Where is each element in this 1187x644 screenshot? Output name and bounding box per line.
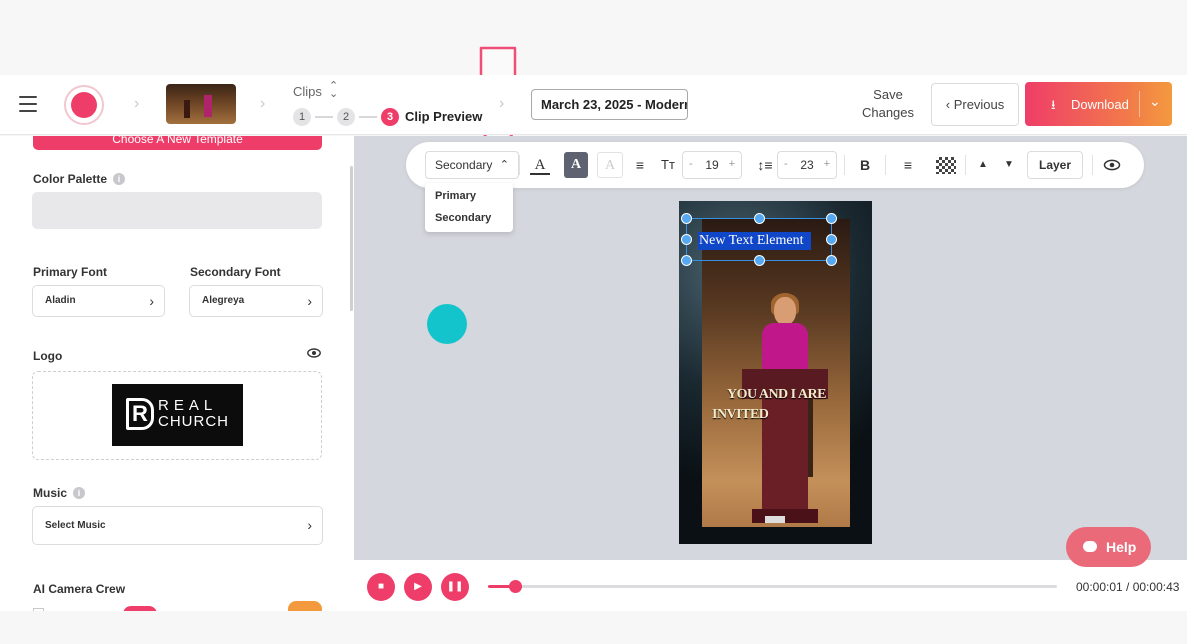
top-bar: › › Clips ⌃ ⌄ 1 2 3 Clip Preview › March …: [0, 75, 1187, 135]
eye-icon[interactable]: [1103, 159, 1121, 171]
church-logo: R REAL CHURCH: [112, 384, 243, 446]
eye-icon[interactable]: [307, 348, 321, 358]
font-type-dropdown: Primary Secondary: [425, 183, 513, 232]
move-down-icon[interactable]: ▼: [1002, 152, 1016, 178]
font-size-stepper[interactable]: -19 +: [682, 151, 742, 179]
previous-button[interactable]: ‹ Previous: [931, 83, 1019, 126]
chevron-right-icon: ›: [307, 517, 312, 533]
resize-handle-s[interactable]: [754, 255, 765, 266]
clips-title: Clips: [293, 84, 322, 99]
logo-mark: R: [126, 398, 154, 430]
chevron-up-icon: ⌃: [499, 159, 509, 171]
info-icon: i: [113, 173, 126, 185]
step-connector: [359, 116, 377, 118]
bold-icon[interactable]: B: [857, 152, 873, 178]
step-3[interactable]: 3: [381, 108, 399, 126]
divider: [1139, 91, 1140, 117]
step-label: Clip Preview: [405, 109, 483, 124]
secondary-font-select[interactable]: Alegreya ›: [189, 285, 323, 317]
resize-handle-n[interactable]: [754, 213, 765, 224]
font-size-icon: Tт: [661, 157, 675, 172]
chevron-right-icon: ›: [307, 293, 312, 309]
music-label: Music i: [33, 486, 86, 500]
download-icon: ⭳: [1051, 97, 1056, 112]
line-height-stepper[interactable]: -23 +: [777, 151, 837, 179]
download-button[interactable]: ⭳ Download ⌄: [1025, 82, 1172, 126]
video-preview[interactable]: YOU AND I ARE INVITED: [679, 201, 872, 544]
layer-button[interactable]: Layer: [1027, 151, 1083, 179]
caption-line-2: INVITED: [712, 407, 769, 422]
color-palette-label: Color Palette i: [33, 172, 126, 186]
primary-font-label: Primary Font: [33, 265, 108, 279]
video-thumbnail[interactable]: [166, 84, 236, 124]
cursor-indicator: [427, 304, 467, 344]
line-height-icon: ↕≡: [757, 157, 773, 173]
menu-icon[interactable]: [19, 96, 37, 112]
align-justify-icon[interactable]: ≡: [632, 152, 648, 178]
increment-button: +: [728, 158, 735, 170]
resize-handle-se[interactable]: [826, 255, 837, 266]
chevron-right-icon: ›: [260, 95, 266, 112]
chevron-right-icon: ›: [149, 293, 154, 309]
progress-handle[interactable]: [509, 580, 523, 593]
choose-template-button[interactable]: Choose A New Template: [33, 136, 322, 150]
logo-upload-area[interactable]: R REAL CHURCH: [32, 371, 322, 460]
font-color-icon[interactable]: A: [530, 152, 550, 178]
dropdown-option-primary[interactable]: Primary: [435, 190, 476, 202]
color-palette-field[interactable]: [32, 192, 322, 229]
ai-camera-checkbox[interactable]: [33, 608, 44, 611]
step-2[interactable]: 2: [337, 108, 355, 126]
font-type-select[interactable]: Secondary ⌃: [425, 151, 519, 179]
info-icon: i: [73, 487, 86, 499]
chat-bubble-icon: [1083, 541, 1097, 552]
music-select[interactable]: Select Music ›: [32, 506, 323, 545]
text-toolbar: Secondary ⌃ A A A ≡ Tт -19 + ↕≡ -23 + B ≡ ▲…: [406, 142, 1144, 188]
sidebar-scrollbar[interactable]: [350, 166, 353, 311]
resize-handle-w[interactable]: [681, 234, 692, 245]
ai-camera-label: AI Camera Crew: [33, 582, 126, 596]
watermark-logo: [765, 516, 785, 523]
pause-icon[interactable]: ❚❚: [441, 573, 469, 601]
dropdown-option-secondary[interactable]: Secondary: [435, 212, 491, 224]
time-display: 00:00:01 / 00:00:43: [1076, 580, 1180, 594]
play-icon[interactable]: ▶: [404, 573, 432, 601]
chevron-right-icon: ›: [134, 95, 140, 112]
chevron-left-icon: ‹: [945, 97, 954, 112]
resize-handle-ne[interactable]: [826, 213, 837, 224]
progress-track[interactable]: [488, 580, 1057, 593]
sort-updown-icon[interactable]: ⌃ ⌄: [329, 81, 338, 100]
background-color-icon[interactable]: A: [564, 152, 588, 178]
ai-camera-toggle[interactable]: [123, 606, 157, 611]
previous-label: Previous: [953, 97, 1005, 112]
step-connector: [315, 116, 333, 118]
playback-bar: ■ ▶ ❚❚ 00:00:01 / 00:00:43: [354, 560, 1187, 611]
stop-icon[interactable]: ■: [367, 573, 395, 601]
download-label: Download: [1071, 97, 1129, 112]
save-changes-button[interactable]: Save Changes: [855, 86, 921, 122]
clip-title-field[interactable]: March 23, 2025 - Modern: [531, 89, 688, 120]
help-button[interactable]: Help: [1066, 527, 1151, 567]
resize-handle-e[interactable]: [826, 234, 837, 245]
help-label: Help: [1106, 539, 1137, 555]
transparency-icon[interactable]: [936, 157, 956, 174]
ai-camera-switch[interactable]: [288, 601, 322, 611]
resize-handle-nw[interactable]: [681, 213, 692, 224]
logo-label: Logo: [33, 349, 63, 363]
move-up-icon[interactable]: ▲: [976, 152, 990, 178]
text-align-left-icon[interactable]: ≡: [900, 152, 916, 178]
primary-font-select[interactable]: Aladin ›: [32, 285, 165, 317]
text-outline-icon[interactable]: A: [597, 152, 623, 178]
settings-sidebar: Choose A New Template Color Palette i Pri…: [0, 136, 354, 611]
text-element[interactable]: New Text Element: [698, 232, 811, 250]
secondary-font-label: Secondary Font: [190, 265, 281, 279]
record-button[interactable]: [64, 85, 104, 125]
caption-line-1: YOU AND I ARE: [727, 387, 826, 402]
record-icon: [71, 92, 97, 118]
increment-button: +: [823, 158, 830, 170]
step-1[interactable]: 1: [293, 108, 311, 126]
chevron-right-icon: ›: [499, 95, 505, 112]
chevron-down-icon[interactable]: ⌄: [1149, 93, 1161, 110]
resize-handle-sw[interactable]: [681, 255, 692, 266]
